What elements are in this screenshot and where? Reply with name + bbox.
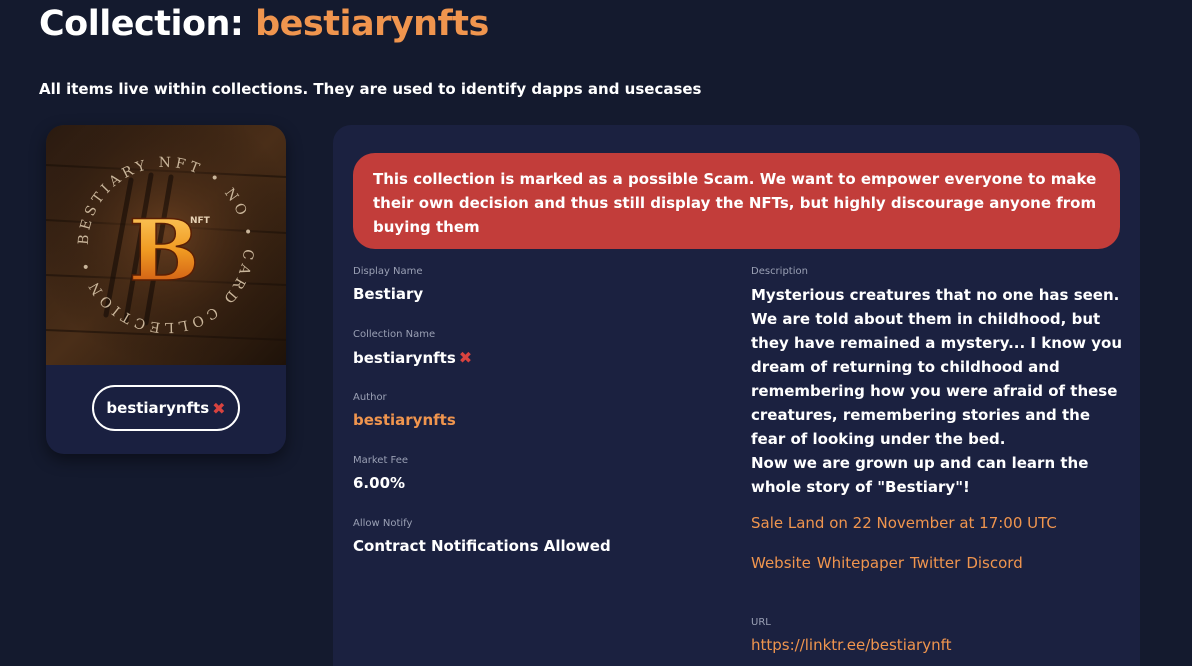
social-links: Website Whitepaper Twitter Discord [751,554,1023,572]
description-line: Now we are grown up and can learn the [751,454,1089,472]
svg-text:B: B [129,201,200,300]
description-line: dream of returning to childhood and [751,358,1060,376]
x-icon: ✖ [458,348,473,367]
url-link[interactable]: https://linktr.ee/bestiarynft [751,636,952,654]
scam-warning-banner: This collection is marked as a possible … [353,153,1120,249]
description-label: Description [751,266,808,277]
collection-image-card: BESTIARY NFT • NO • CARD COLLECTION • B … [46,125,286,454]
author-field: Author bestiarynfts [353,392,456,429]
author-link[interactable]: bestiarynfts [353,411,456,429]
allow-notify-label: Allow Notify [353,518,413,529]
twitter-link[interactable]: Twitter [910,554,960,572]
author-label: Author [353,392,387,403]
collection-image: BESTIARY NFT • NO • CARD COLLECTION • B … [46,125,286,365]
collection-name-chip[interactable]: bestiarynfts ✖ [92,385,240,431]
description-field: Description Mysterious creatures that no… [751,266,1123,499]
collection-name-value-row: bestiarynfts ✖ [353,348,472,367]
website-link[interactable]: Website [751,554,811,572]
page-title: Collection: bestiarynfts [39,4,489,44]
description-line: creatures, remembering stories and the [751,406,1090,424]
display-name-value: Bestiary [353,285,424,303]
display-name-field: Display Name Bestiary [353,266,423,303]
market-fee-label: Market Fee [353,455,409,466]
collection-name-value: bestiarynfts [353,348,456,367]
x-icon: ✖ [212,398,226,418]
collection-name-label: Collection Name [353,329,436,340]
allow-notify-value: Contract Notifications Allowed [353,537,611,555]
url-field: URL https://linktr.ee/bestiarynft [751,617,952,654]
url-label: URL [751,617,771,628]
collection-name-field: Collection Name bestiarynfts ✖ [353,329,472,367]
allow-notify-field: Allow Notify Contract Notifications Allo… [353,518,611,555]
market-fee-field: Market Fee 6.00% [353,455,408,492]
description-line: they have remained a mystery... I know y… [751,334,1123,352]
svg-text:NFT: NFT [190,216,211,226]
chip-label: bestiarynfts [106,399,210,417]
page-subtitle: All items live within collections. They … [39,80,702,98]
description-line: remembering how you were afraid of these [751,382,1118,400]
sale-announcement: Sale Land on 22 November at 17:00 UTC [751,514,1057,532]
details-panel: This collection is marked as a possible … [333,125,1140,666]
display-name-label: Display Name [353,266,423,277]
description-text: Mysterious creatures that no one has see… [751,283,1123,499]
discord-link[interactable]: Discord [966,554,1022,572]
page-title-prefix: Collection: [39,4,244,44]
market-fee-value: 6.00% [353,474,406,492]
description-line: We are told about them in childhood, but [751,310,1101,328]
description-line: fear of looking under the bed. [751,430,1006,448]
whitepaper-link[interactable]: Whitepaper [817,554,904,572]
page-title-collection: bestiarynfts [255,4,489,44]
description-line: whole story of "Bestiary"! [751,478,970,496]
description-line: Mysterious creatures that no one has see… [751,286,1120,304]
